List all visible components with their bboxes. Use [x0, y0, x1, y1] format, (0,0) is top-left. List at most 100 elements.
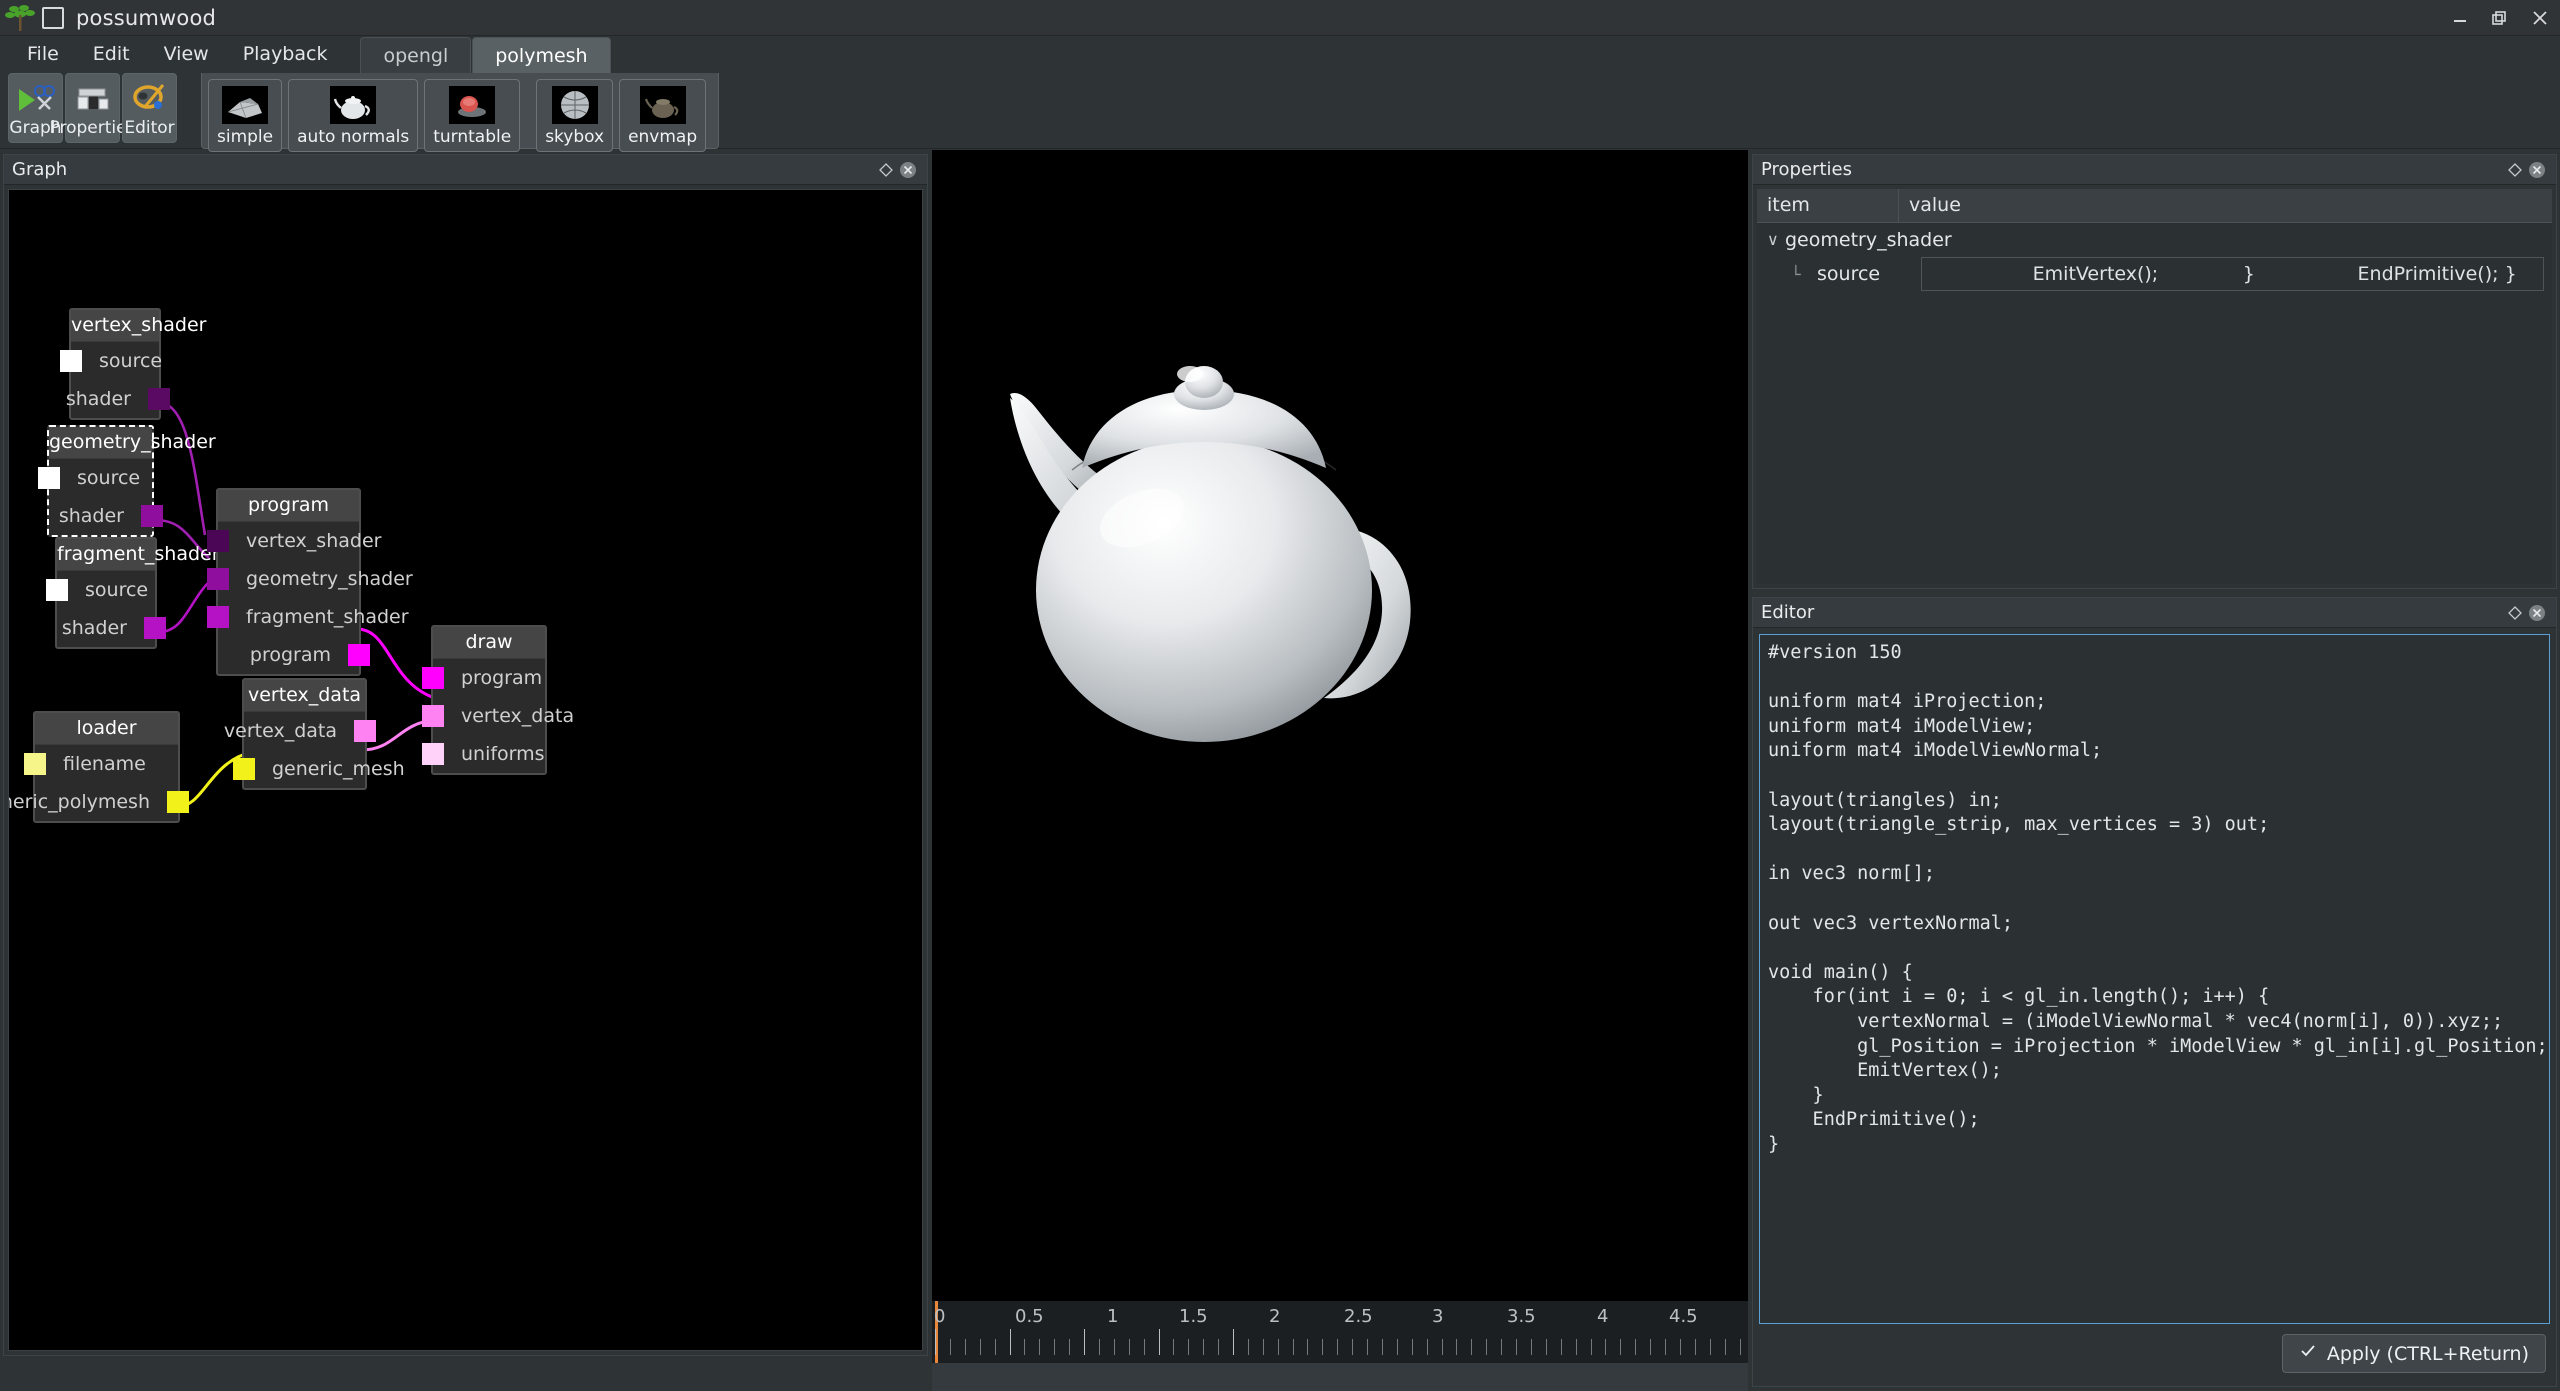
node-geometry-shader[interactable]: geometry_shader source shader — [38, 425, 216, 537]
timeline-ruler[interactable]: 0 0.5 1 1.5 2 2.5 3 3.5 4 4.5 — [932, 1301, 1748, 1363]
graph-canvas[interactable]: vertex_shader source shader geometry_sha… — [8, 189, 923, 1351]
port-row[interactable]: program — [218, 636, 370, 674]
port-row[interactable]: shader — [66, 380, 170, 418]
timeline-minor-tick — [965, 1339, 966, 1355]
node-program[interactable]: program vertex_shader geometry_shader fr… — [207, 488, 413, 676]
port-label: source — [99, 350, 163, 372]
preset-button-turntable[interactable]: turntable — [424, 79, 521, 152]
property-row-source[interactable]: └ source EmitVertex(); } EndPrimitive();… — [1757, 256, 2552, 292]
panel-close-icon[interactable] — [2526, 602, 2548, 624]
port-row[interactable]: vertex_data — [422, 697, 574, 735]
panel-close-icon[interactable] — [897, 159, 919, 181]
code-editor[interactable]: #version 150 uniform mat4 iProjection; u… — [1759, 634, 2550, 1324]
float-diamond-icon[interactable] — [875, 159, 897, 181]
float-diamond-icon[interactable] — [2504, 159, 2526, 181]
float-diamond-icon[interactable] — [2504, 602, 2526, 624]
port-socket-program-out[interactable] — [348, 644, 370, 666]
port-socket-generic-polymesh[interactable] — [167, 791, 189, 813]
port-socket-filename[interactable] — [24, 753, 46, 775]
toolbar-left-group: Graph Properties Editor — [0, 73, 179, 143]
node-vertex-data-title: vertex_data — [244, 680, 365, 712]
port-row[interactable]: uniforms — [422, 735, 545, 773]
port-socket-uniforms[interactable] — [422, 743, 444, 765]
toolbar-button-properties[interactable]: Properties — [50, 73, 135, 143]
minimize-icon[interactable] — [2440, 0, 2480, 36]
port-row[interactable]: vertex_shader — [207, 522, 381, 560]
palette-editor-icon — [129, 80, 171, 116]
port-socket-fragment-shader[interactable] — [207, 606, 229, 628]
node-vertex-shader-title: vertex_shader — [71, 310, 206, 342]
timeline-minor-tick — [1665, 1339, 1666, 1355]
port-row[interactable]: shader — [49, 497, 163, 535]
port-socket-generic-mesh[interactable] — [233, 758, 255, 780]
port-row[interactable]: generic_mesh — [233, 750, 405, 788]
timeline-minor-tick — [1352, 1339, 1353, 1355]
preset-button-auto-normals[interactable]: auto normals — [288, 79, 419, 152]
node-vertex-data[interactable]: vertex_data vertex_data generic_mesh — [224, 678, 405, 790]
port-socket-vertex-shader[interactable] — [207, 530, 229, 552]
port-socket-shader[interactable] — [144, 617, 166, 639]
menu-edit[interactable]: Edit — [76, 38, 147, 71]
port-label: shader — [65, 388, 131, 410]
port-socket-vertex-data[interactable] — [422, 705, 444, 727]
viewport-3d[interactable] — [932, 150, 1748, 1301]
node-loader[interactable]: loader filename generic_polymesh — [9, 711, 189, 823]
preset-button-skybox[interactable]: skybox — [536, 79, 614, 152]
port-label: vertex_data — [223, 720, 337, 742]
timeline[interactable]: 0 0.5 1 1.5 2 2.5 3 3.5 4 4.5 — [932, 1301, 1748, 1391]
timeline-minor-tick — [1546, 1339, 1547, 1355]
toolbar-button-editor-label: Editor — [124, 118, 175, 138]
port-socket-vertex-data-out[interactable] — [354, 720, 376, 742]
apply-button[interactable]: Apply (CTRL+Return) — [2281, 1334, 2546, 1373]
port-row[interactable]: geometry_shader — [207, 560, 413, 598]
tab-opengl[interactable]: opengl — [360, 37, 472, 73]
node-fragment-shader-title: fragment_shader — [57, 539, 220, 571]
node-draw[interactable]: draw program vertex_data uniforms — [422, 625, 574, 775]
preset-button-envmap[interactable]: envmap — [619, 79, 707, 152]
timeline-minor-tick — [1650, 1339, 1651, 1355]
port-row[interactable]: filename — [24, 745, 178, 783]
menu-file[interactable]: File — [10, 38, 76, 71]
node-vertex-shader[interactable]: vertex_shader source shader — [60, 308, 206, 420]
timeline-major-tick — [1084, 1329, 1085, 1355]
port-row[interactable]: source — [38, 459, 152, 497]
chevron-down-icon[interactable]: ∨ — [1767, 230, 1785, 249]
menu-playback[interactable]: Playback — [226, 38, 345, 71]
timeline-minor-tick — [1099, 1339, 1100, 1355]
port-row[interactable]: generic_polymesh — [9, 783, 189, 821]
teapot-thumb — [330, 86, 377, 124]
timeline-minor-tick — [1293, 1339, 1294, 1355]
timeline-minor-tick — [1740, 1339, 1741, 1355]
tab-polymesh[interactable]: polymesh — [472, 37, 611, 73]
port-row[interactable]: program — [422, 659, 545, 697]
port-label: generic_polymesh — [9, 791, 150, 813]
port-socket-source[interactable] — [38, 467, 60, 489]
timeline-minor-tick — [1218, 1339, 1219, 1355]
port-socket-program[interactable] — [422, 667, 444, 689]
port-row[interactable]: source — [46, 571, 155, 609]
port-row[interactable]: fragment_shader — [207, 598, 409, 636]
panel-close-icon[interactable] — [2526, 159, 2548, 181]
port-label: program — [249, 644, 331, 666]
preset-button-simple[interactable]: simple — [208, 79, 283, 152]
close-icon[interactable] — [2520, 0, 2560, 36]
port-socket-source[interactable] — [60, 350, 82, 372]
timeline-minor-tick — [1307, 1339, 1308, 1355]
toolbar-button-editor[interactable]: Editor — [122, 73, 177, 143]
port-socket-shader[interactable] — [141, 505, 163, 527]
property-value-field[interactable]: EmitVertex(); } EndPrimitive(); } — [1921, 257, 2544, 291]
port-row[interactable]: shader — [57, 609, 166, 647]
port-socket-shader[interactable] — [148, 388, 170, 410]
port-socket-geometry-shader[interactable] — [207, 568, 229, 590]
port-label: source — [77, 467, 141, 489]
node-fragment-shader[interactable]: fragment_shader source shader — [46, 537, 220, 649]
port-row[interactable]: vertex_data — [224, 712, 376, 750]
port-row[interactable]: source — [60, 342, 163, 380]
properties-table[interactable]: item value ∨ geometry_shader └ source Em… — [1757, 189, 2552, 584]
port-socket-source[interactable] — [46, 579, 68, 601]
timeline-major-tick — [1159, 1329, 1160, 1355]
restore-icon[interactable] — [2480, 0, 2520, 36]
timeline-minor-tick — [1561, 1339, 1562, 1355]
properties-group-row[interactable]: ∨ geometry_shader — [1757, 223, 2552, 256]
menu-view[interactable]: View — [147, 38, 226, 71]
